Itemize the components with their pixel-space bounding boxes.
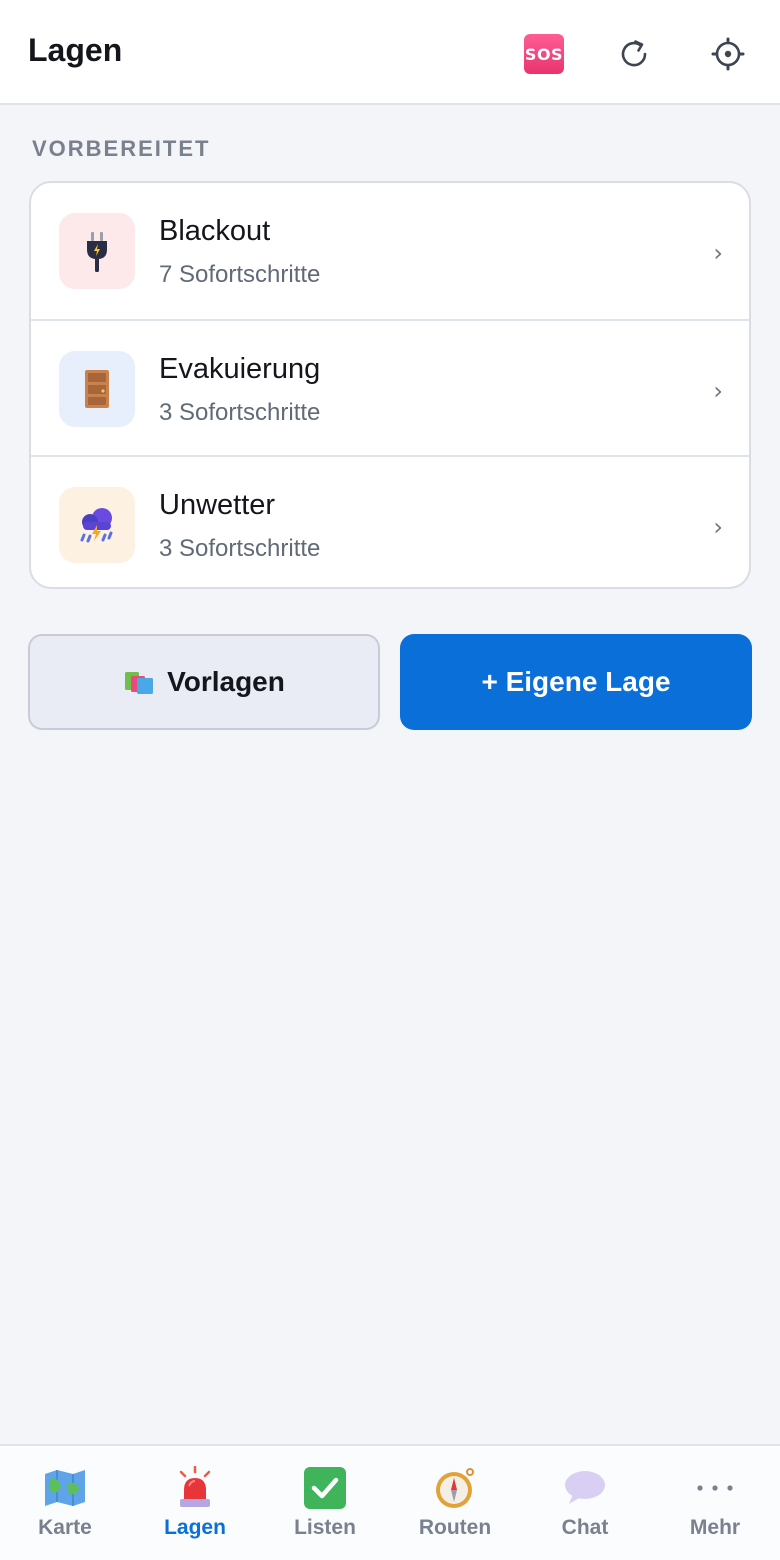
add-own-scenario-label: + Eigene Lage bbox=[481, 666, 671, 697]
scenario-subtitle: 7 Sofortschritte bbox=[159, 261, 321, 288]
plug-icon bbox=[59, 213, 135, 289]
settings-button[interactable] bbox=[704, 30, 752, 78]
scenario-row-evakuierung[interactable]: Evakuierung 3 Sofortschritte › bbox=[31, 319, 749, 455]
app-header: Lagen SOS bbox=[0, 0, 780, 105]
chevron-right-icon: › bbox=[713, 377, 723, 405]
nav-item-mehr[interactable]: Mehr bbox=[650, 1446, 780, 1560]
section-label: VORBEREITET bbox=[32, 136, 211, 161]
sos-button[interactable]: SOS bbox=[520, 30, 568, 78]
bottom-nav: Karte Lagen Listen Routen Chat Mehr bbox=[0, 1444, 780, 1560]
storm-icon bbox=[59, 487, 135, 563]
chevron-right-icon: › bbox=[713, 239, 723, 267]
compass-icon bbox=[433, 1466, 477, 1510]
scenario-title: Unwetter bbox=[159, 489, 276, 521]
scenario-title: Evakuierung bbox=[159, 353, 321, 385]
add-own-scenario-button[interactable]: + Eigene Lage bbox=[400, 634, 752, 730]
scenario-row-blackout[interactable]: Blackout 7 Sofortschritte › bbox=[31, 183, 749, 319]
nav-item-listen[interactable]: Listen bbox=[260, 1446, 390, 1560]
templates-button[interactable]: Vorlagen bbox=[28, 634, 380, 730]
chat-bubble-icon bbox=[563, 1466, 607, 1510]
nav-label: Routen bbox=[418, 1516, 492, 1539]
settings-icon bbox=[711, 37, 745, 71]
nav-item-routen[interactable]: Routen bbox=[390, 1446, 520, 1560]
refresh-button[interactable] bbox=[610, 30, 658, 78]
sos-icon: SOS bbox=[524, 34, 564, 74]
scenario-list: Blackout 7 Sofortschritte › Evakuierung … bbox=[29, 181, 751, 589]
more-icon bbox=[693, 1466, 737, 1510]
refresh-icon bbox=[621, 40, 647, 67]
page-title: Lagen bbox=[28, 32, 123, 68]
siren-icon bbox=[173, 1466, 217, 1510]
nav-label: Mehr bbox=[689, 1516, 741, 1539]
map-icon bbox=[43, 1466, 87, 1510]
templates-label: Vorlagen bbox=[167, 666, 285, 697]
nav-label: Lagen bbox=[164, 1516, 226, 1539]
scenario-row-unwetter[interactable]: Unwetter 3 Sofortschritte › bbox=[31, 455, 749, 587]
scenario-title: Blackout bbox=[159, 215, 271, 247]
nav-item-karte[interactable]: Karte bbox=[0, 1446, 130, 1560]
chevron-right-icon: › bbox=[713, 513, 723, 541]
door-icon bbox=[59, 351, 135, 427]
checklist-icon bbox=[303, 1466, 347, 1510]
scenario-subtitle: 3 Sofortschritte bbox=[159, 535, 321, 562]
nav-label: Chat bbox=[561, 1516, 609, 1539]
books-icon bbox=[123, 668, 155, 696]
nav-label: Listen bbox=[294, 1516, 356, 1539]
nav-label: Karte bbox=[38, 1516, 92, 1539]
nav-item-chat[interactable]: Chat bbox=[520, 1446, 650, 1560]
scenario-subtitle: 3 Sofortschritte bbox=[159, 399, 321, 426]
nav-item-lagen[interactable]: Lagen bbox=[130, 1446, 260, 1560]
